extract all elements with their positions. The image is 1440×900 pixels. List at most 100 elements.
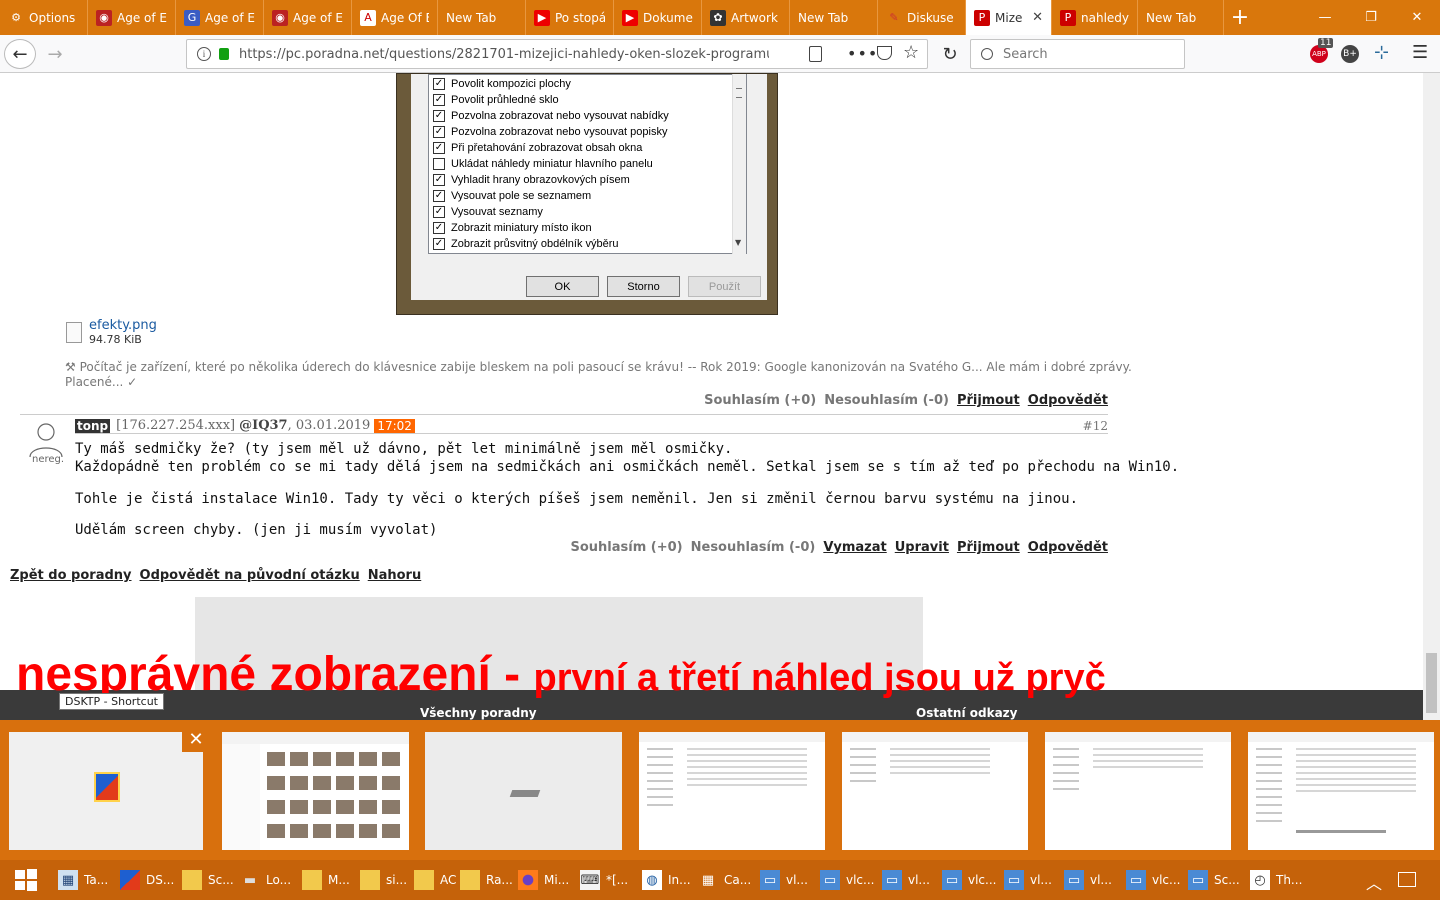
notifications-icon[interactable] xyxy=(1398,872,1416,887)
reply-link[interactable]: Odpovědět xyxy=(1028,540,1108,555)
tab-10[interactable]: ✎ Diskuse xyxy=(878,0,966,35)
taskbar-item[interactable]: Mi... xyxy=(512,860,574,900)
back-to-forum-link[interactable]: Zpět do poradny xyxy=(10,568,132,583)
accept-link[interactable]: Přijmout xyxy=(957,540,1020,555)
tab-6[interactable]: ▶ Po stopá xyxy=(526,0,614,35)
taskbar-item[interactable]: ⌨ *[... xyxy=(574,860,636,900)
tab-8[interactable]: ✿ Artwork xyxy=(702,0,790,35)
author-name[interactable]: tonp xyxy=(75,418,111,433)
extension-pin-icon[interactable]: ⊹ xyxy=(1374,42,1389,63)
scroll-thumb[interactable] xyxy=(1426,653,1437,713)
effect-option: ✓ Zobrazit průsvitný obdélník výběru xyxy=(433,236,619,252)
bookmark-star-icon[interactable]: ☆ xyxy=(903,42,919,63)
tab-1[interactable]: ◉ Age of E xyxy=(88,0,176,35)
thumbnail-dsktp-shortcut[interactable] xyxy=(9,732,203,850)
top-link[interactable]: Nahoru xyxy=(368,568,422,583)
tab-9[interactable]: New Tab xyxy=(790,0,878,35)
thumbnail-explorer-list-1[interactable] xyxy=(639,732,825,850)
thumbnail-drive[interactable] xyxy=(425,732,622,850)
url-text[interactable]: https://pc.poradna.net/questions/2821701… xyxy=(239,47,769,62)
disagree-button[interactable]: Nesouhlasím (-0) xyxy=(691,540,816,555)
thumbnail-explorer-list-2[interactable] xyxy=(842,732,1028,850)
reply-original-link[interactable]: Odpovědět na původní otázku xyxy=(140,568,360,583)
agree-button[interactable]: Souhlasím (+0) xyxy=(571,540,683,555)
show-hidden-icons-button[interactable]: ︿ xyxy=(1366,870,1382,894)
taskbar-item[interactable]: ▭ vlc... xyxy=(936,860,998,900)
info-icon[interactable]: i xyxy=(197,47,211,61)
taskbar-item[interactable]: ▭ vl... xyxy=(998,860,1058,900)
tab-12[interactable]: Pnahledy xyxy=(1052,0,1138,35)
disagree-button[interactable]: Nesouhlasím (-0) xyxy=(824,393,949,408)
taskbar-item[interactable]: Sc... xyxy=(176,860,234,900)
thumbnail-explorer-list-4[interactable] xyxy=(1248,732,1434,850)
taskbar-item[interactable]: ▭ vl... xyxy=(876,860,936,900)
minimize-button[interactable]: — xyxy=(1302,0,1348,35)
thumbnail-explorer-images[interactable] xyxy=(222,732,409,850)
page-scrollbar[interactable] xyxy=(1423,73,1440,720)
delete-link[interactable]: Vymazat xyxy=(823,540,886,555)
taskbar-item[interactable]: ▬ Lo... xyxy=(234,860,296,900)
taskbar-item[interactable]: Ra... xyxy=(454,860,513,900)
tab-11[interactable]: P Mize ✕ xyxy=(966,0,1052,35)
footer-all-forums[interactable]: Všechny poradny xyxy=(420,706,537,720)
taskbar-item[interactable]: DS... xyxy=(114,860,176,900)
checkbox-checked-icon: ✓ xyxy=(433,126,445,138)
thumbnail-explorer-list-3[interactable] xyxy=(1045,732,1231,850)
pocket-icon[interactable] xyxy=(877,46,892,60)
new-tab-button[interactable]: + xyxy=(1224,0,1256,35)
checkbox-checked-icon: ✓ xyxy=(433,142,445,154)
post-header: tonp [176.227.254.xxx] @IQ37 , 03.01.201… xyxy=(75,418,1108,434)
start-button[interactable] xyxy=(0,860,52,900)
taskbar-item[interactable]: ◴ Th... xyxy=(1244,860,1310,900)
taskbar-item[interactable]: ▭ vl... xyxy=(1058,860,1120,900)
tab-4[interactable]: A Age Of E xyxy=(352,0,438,35)
taskbar-item[interactable]: ▭ vlc... xyxy=(814,860,876,900)
explorer-preview-graphic xyxy=(639,732,825,806)
explorer-preview-graphic xyxy=(1248,732,1434,833)
explorer-preview-graphic xyxy=(222,732,409,850)
tab-7[interactable]: ▶ Dokume xyxy=(614,0,702,35)
tab-0[interactable]: ⚙ Options xyxy=(0,0,88,35)
thumbnail-close-button[interactable]: ✕ xyxy=(182,726,210,752)
close-icon: ✕ xyxy=(188,728,204,750)
agree-button[interactable]: Souhlasím (+0) xyxy=(704,393,816,408)
taskbar-item[interactable]: ▭ vlc... xyxy=(1120,860,1182,900)
attachment-link[interactable]: efekty.png xyxy=(89,318,157,333)
folder-icon xyxy=(182,870,202,890)
search-bar[interactable]: Search xyxy=(970,39,1185,69)
reader-view-icon[interactable] xyxy=(809,46,822,62)
url-bar[interactable]: i https://pc.poradna.net/questions/28217… xyxy=(186,39,928,69)
tab-3[interactable]: ◉ Age of E xyxy=(264,0,352,35)
accept-link[interactable]: Přijmout xyxy=(957,393,1020,408)
taskbar-item[interactable]: si... xyxy=(354,860,408,900)
reload-button[interactable]: ↻ xyxy=(938,42,962,66)
close-window-button[interactable]: ✕ xyxy=(1394,0,1440,35)
restore-button[interactable]: ❐ xyxy=(1348,0,1394,35)
taskbar-item[interactable]: ▭ Sc... xyxy=(1182,860,1244,900)
post-text-line3: Tohle je čistá instalace Win10. Tady ty … xyxy=(75,491,1079,507)
extension-b-icon[interactable]: B+ xyxy=(1341,45,1359,63)
post-number[interactable]: #12 xyxy=(1083,419,1108,433)
forward-button[interactable]: → xyxy=(42,41,68,67)
footer-other-links[interactable]: Ostatní odkazy xyxy=(916,706,1017,720)
taskbar-item[interactable]: AC xyxy=(408,860,456,900)
tab-13[interactable]: New Tab xyxy=(1138,0,1224,35)
reply-to[interactable]: @IQ37 xyxy=(239,418,288,433)
edit-link[interactable]: Upravit xyxy=(895,540,949,555)
page-actions-icon[interactable]: ••• xyxy=(847,44,878,63)
taskbar-item[interactable]: M... xyxy=(296,860,354,900)
taskbar-item[interactable]: ▦ Ca... xyxy=(692,860,754,900)
reply-link[interactable]: Odpovědět xyxy=(1028,393,1108,408)
taskbar-item[interactable]: ◍ In... xyxy=(636,860,692,900)
post2-actions: Souhlasím (+0) Nesouhlasím (-0) Vymazat … xyxy=(571,540,1109,555)
tab-5[interactable]: New Tab xyxy=(438,0,526,35)
search-input[interactable]: Search xyxy=(1003,47,1048,62)
taskbar-item[interactable]: ▭ vl... xyxy=(754,860,814,900)
taskbar-item[interactable]: ▦ Ta... xyxy=(52,860,114,900)
close-tab-icon[interactable]: ✕ xyxy=(1032,10,1043,25)
taskbar-items: ▦ Ta... DS... Sc... ▬ Lo... M... si... AC Ra... Mi… xyxy=(52,860,1310,900)
tab-2[interactable]: G Age of E xyxy=(176,0,264,35)
dialog-apply-button: Použít xyxy=(688,276,761,297)
menu-icon[interactable]: ☰ xyxy=(1412,42,1428,63)
back-button[interactable]: ← xyxy=(4,39,36,69)
